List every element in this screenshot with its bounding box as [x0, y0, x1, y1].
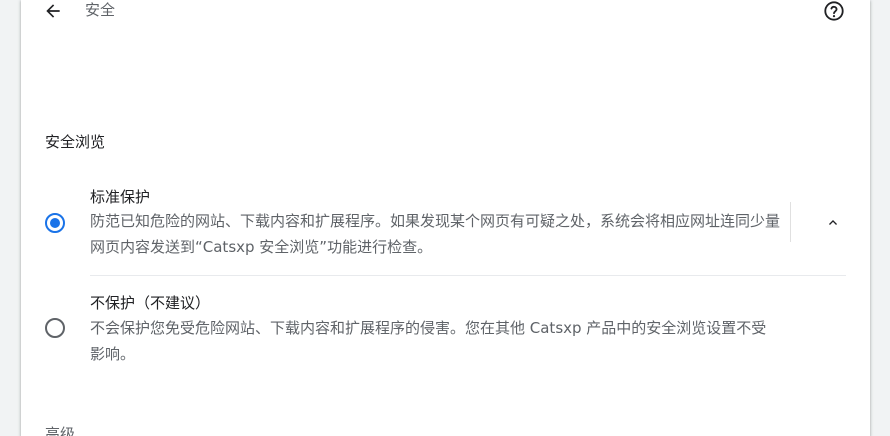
standard-protection-description: 防范已知危险的网站、下载内容和扩展程序。如果发现某个网页有可疑之处，系统会将相应… — [90, 212, 781, 256]
help-circle-icon — [824, 1, 844, 21]
safe-browsing-section-title: 安全浏览 — [45, 133, 106, 151]
expand-standard-protection-button[interactable] — [821, 210, 845, 234]
chevron-up-icon — [829, 220, 837, 225]
vertical-divider — [790, 202, 791, 242]
page-title: 安全 — [85, 1, 116, 19]
standard-protection-radio[interactable] — [45, 213, 65, 233]
page-header: 安全 — [21, 0, 870, 24]
settings-card: 安全 安全浏览 标准保护 防范已知危险的网站、下载内容和扩展程序。如果发现某个网… — [21, 0, 870, 436]
standard-protection-label: 标准保护 — [90, 188, 151, 206]
back-button[interactable] — [39, 0, 67, 22]
no-protection-radio[interactable] — [45, 318, 65, 338]
arrow-back-icon — [46, 4, 60, 18]
option-divider — [90, 275, 846, 276]
no-protection-description: 不会保护您免受危险网站、下载内容和扩展程序的侵害。您在其他 Catsxp 产品中… — [90, 319, 767, 363]
help-button[interactable] — [821, 0, 847, 22]
no-protection-label: 不保护（不建议） — [90, 294, 211, 312]
advanced-section-title: 高级 — [45, 425, 76, 436]
